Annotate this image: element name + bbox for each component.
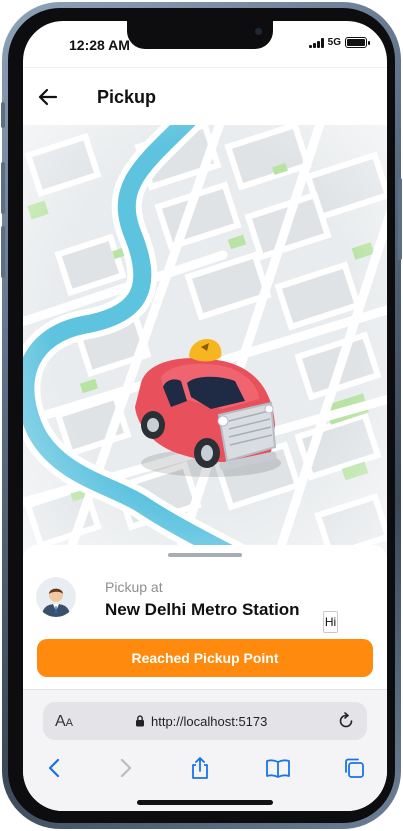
chevron-left-icon (48, 758, 60, 778)
home-indicator (137, 800, 273, 805)
pickup-label: Pickup at (105, 579, 163, 595)
driver-avatar (36, 577, 76, 617)
lock-icon (136, 715, 144, 727)
page-title: Pickup (97, 87, 157, 107)
url-text: http://localhost:5173 (151, 714, 268, 729)
share-icon (192, 757, 208, 779)
book-icon (266, 759, 290, 778)
battery-icon (345, 37, 370, 48)
sheet-grabber[interactable] (168, 553, 242, 557)
status-indicators: 5G (308, 37, 370, 48)
network-type: 5G (327, 37, 341, 48)
forward-nav-button[interactable] (111, 754, 141, 782)
browser-bar: AA http://localhost:5173 (23, 689, 387, 811)
volume-down-button (1, 226, 5, 278)
chevron-right-icon (120, 758, 132, 778)
screen: 12:28 AM 5G Pickup Pickup at New Delhi M… (23, 21, 387, 811)
status-bar: 12:28 AM 5G (23, 21, 387, 67)
tabs-icon (345, 758, 364, 778)
pickup-location: New Delhi Metro Station (105, 600, 300, 619)
share-button[interactable] (185, 754, 215, 782)
back-nav-button[interactable] (39, 754, 69, 782)
back-button[interactable] (35, 84, 61, 110)
map-view[interactable] (23, 125, 387, 571)
user-avatar-icon (36, 577, 76, 617)
text-size-button[interactable]: AA (55, 713, 73, 731)
mute-switch (1, 102, 5, 128)
reached-pickup-button[interactable]: Reached Pickup Point (37, 639, 373, 677)
arrow-left-icon (38, 88, 58, 106)
volume-up-button (1, 162, 5, 214)
tabs-button[interactable] (339, 754, 369, 782)
app-header: Pickup (23, 67, 387, 125)
dynamic-notch (127, 21, 273, 49)
front-camera (255, 28, 262, 35)
status-time: 12:28 AM (69, 37, 130, 53)
browser-toolbar (23, 750, 387, 786)
pickup-sheet: Pickup at New Delhi Metro Station Hi Rea… (23, 545, 387, 705)
address-bar[interactable]: AA http://localhost:5173 (43, 702, 367, 740)
hi-button[interactable]: Hi (323, 611, 338, 633)
bookmarks-button[interactable] (263, 754, 293, 782)
map-illustration (23, 125, 387, 571)
signal-icon (308, 37, 324, 48)
power-button (398, 178, 402, 260)
reload-icon[interactable] (337, 712, 355, 730)
